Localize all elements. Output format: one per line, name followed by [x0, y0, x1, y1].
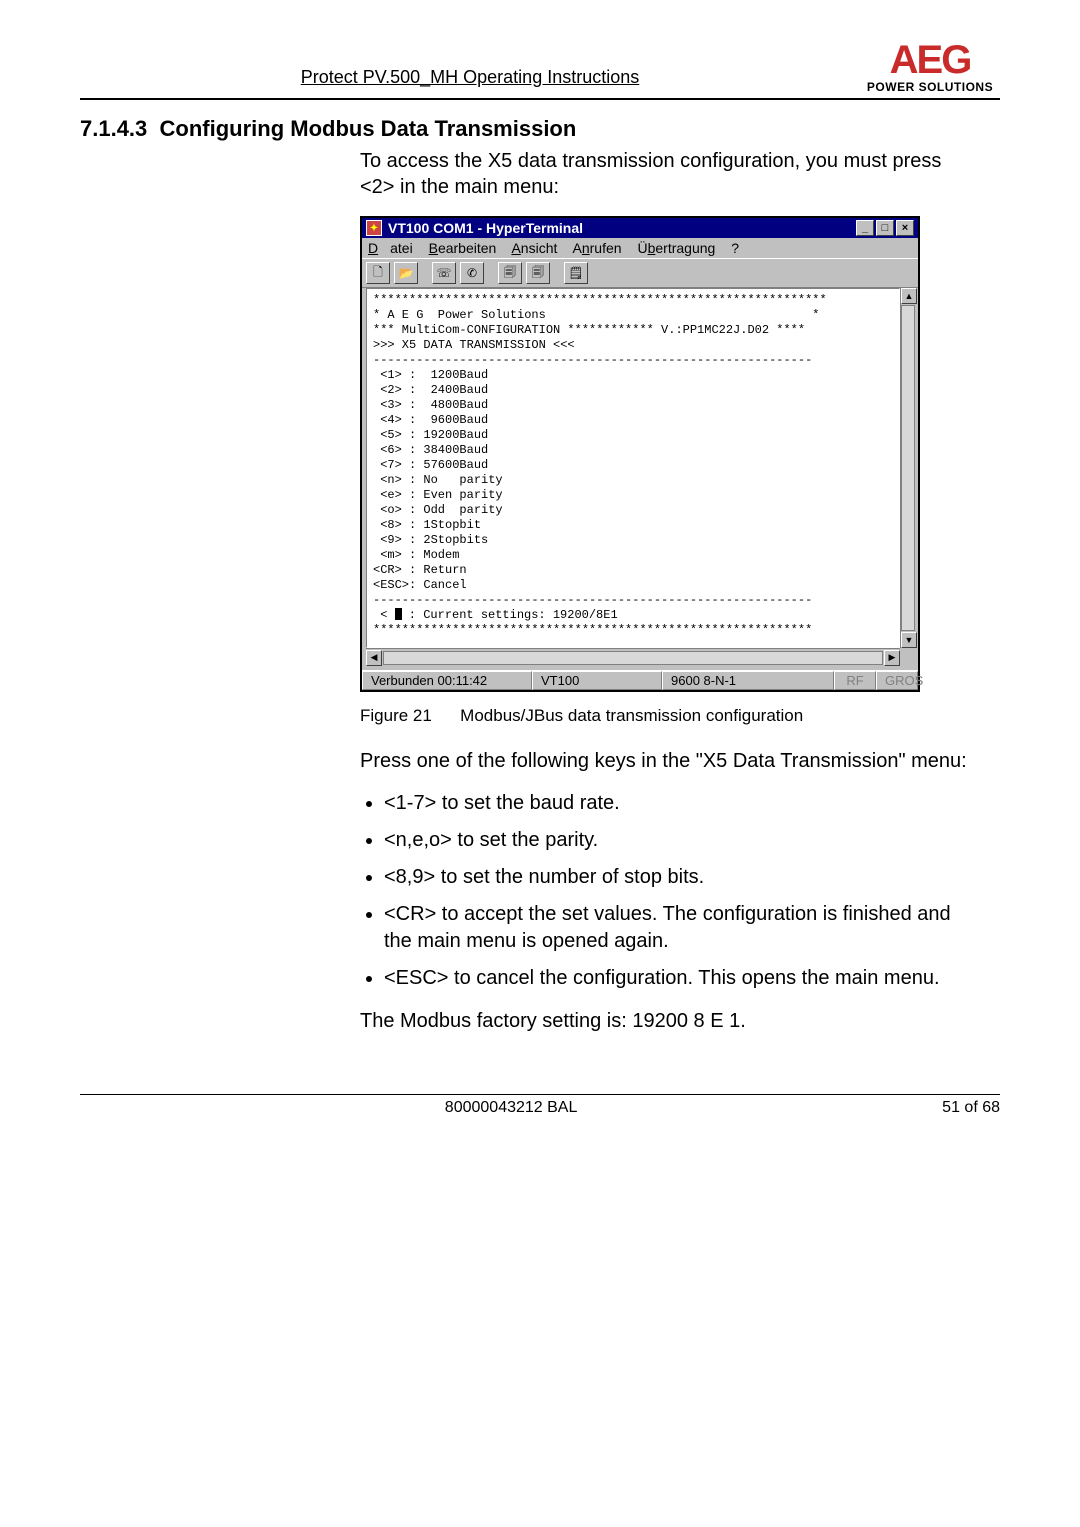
list-item: <ESC> to cancel the configuration. This …	[384, 965, 980, 992]
factory-setting: The Modbus factory setting is: 19200 8 E…	[360, 1008, 980, 1034]
list-item: <n,e,o> to set the parity.	[384, 827, 980, 854]
scroll-left-icon[interactable]: ◀	[366, 650, 382, 666]
receive-icon[interactable]: 🗐	[526, 262, 550, 284]
running-title: Protect PV.500_MH Operating Instructions	[80, 67, 860, 94]
status-flag-rf: RF	[834, 671, 876, 690]
close-button[interactable]: ×	[896, 220, 914, 236]
open-icon[interactable]: 📂	[394, 262, 418, 284]
toolbar: 🗋 📂 ☏ ✆ 🗐 🗐 🗒	[362, 258, 918, 288]
status-protocol: VT100	[532, 671, 662, 690]
list-item: <1-7> to set the baud rate.	[384, 790, 980, 817]
brand-logo: AEG POWER SOLUTIONS	[860, 40, 1000, 94]
footer-page: 51 of 68	[942, 1099, 1000, 1117]
send-icon[interactable]: 🗐	[498, 262, 522, 284]
press-one-text: Press one of the following keys in the "…	[360, 748, 980, 774]
intro-text: To access the X5 data transmission confi…	[360, 148, 980, 200]
scroll-up-icon[interactable]: ▲	[901, 288, 917, 304]
disconnect-icon[interactable]: ✆	[460, 262, 484, 284]
minimize-button[interactable]: _	[856, 220, 874, 236]
connect-icon[interactable]: ☏	[432, 262, 456, 284]
menubar: Datei Bearbeiten Ansicht Anrufen Übertra…	[362, 238, 918, 258]
list-item: <CR> to accept the set values. The confi…	[384, 901, 980, 955]
status-flag-gros: GROS	[876, 671, 918, 690]
window-titlebar: ✦ VT100 COM1 - HyperTerminal _ □ ×	[362, 218, 918, 238]
horizontal-scrollbar[interactable]: ◀ ▶	[366, 648, 900, 666]
menu-help[interactable]: ?	[731, 240, 739, 256]
status-rate: 9600 8-N-1	[662, 671, 834, 690]
menu-view[interactable]: Ansicht	[511, 240, 557, 256]
vertical-scrollbar[interactable]: ▲ ▼	[900, 288, 916, 648]
figure-caption: Figure 21 Modbus/JBus data transmission …	[360, 706, 980, 726]
window-title: VT100 COM1 - HyperTerminal	[388, 220, 856, 236]
status-bar: Verbunden 00:11:42 VT100 9600 8-N-1 RF G…	[362, 670, 918, 690]
screenshot-hyperterminal: ✦ VT100 COM1 - HyperTerminal _ □ × Datei…	[360, 216, 920, 692]
cursor-icon	[395, 608, 402, 620]
scroll-right-icon[interactable]: ▶	[884, 650, 900, 666]
menu-edit[interactable]: Bearbeiten	[429, 240, 497, 256]
status-connection: Verbunden 00:11:42	[362, 671, 532, 690]
section-heading: 7.1.4.3 Configuring Modbus Data Transmis…	[80, 116, 1000, 142]
app-icon: ✦	[366, 220, 382, 236]
maximize-button[interactable]: □	[876, 220, 894, 236]
properties-icon[interactable]: 🗒	[564, 262, 588, 284]
key-list: <1-7> to set the baud rate. <n,e,o> to s…	[360, 790, 980, 992]
list-item: <8,9> to set the number of stop bits.	[384, 864, 980, 891]
menu-call[interactable]: Anrufen	[573, 240, 622, 256]
footer-doc-id: 80000043212 BAL	[445, 1099, 578, 1117]
new-icon[interactable]: 🗋	[366, 262, 390, 284]
menu-file[interactable]: Datei	[368, 240, 413, 256]
terminal-output: ****************************************…	[366, 288, 900, 648]
menu-transfer[interactable]: Übertragung	[637, 240, 715, 256]
scroll-down-icon[interactable]: ▼	[901, 632, 917, 648]
